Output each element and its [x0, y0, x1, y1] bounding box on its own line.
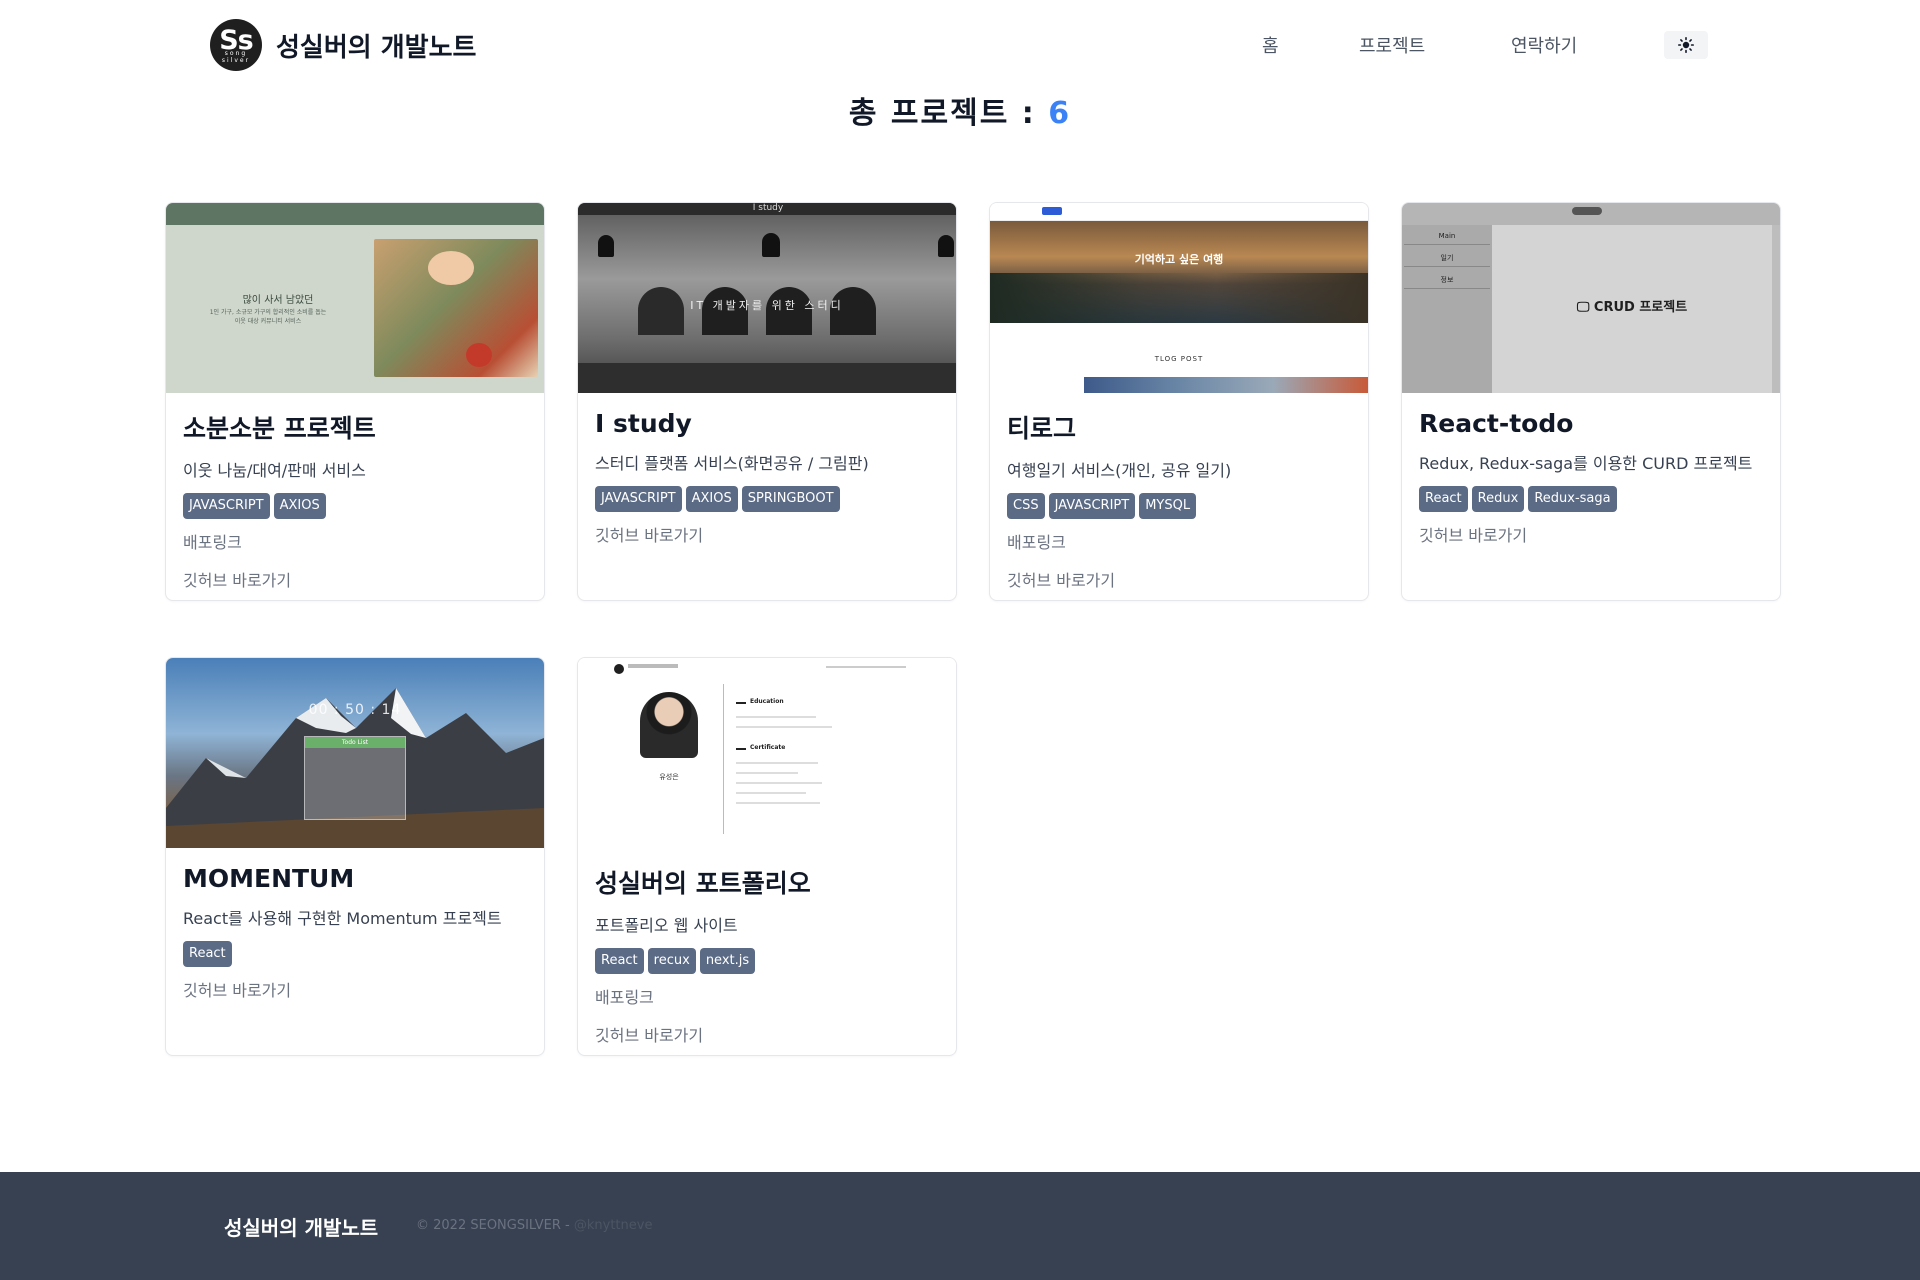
github-link[interactable]: 깃허브 바로가기	[1419, 522, 1763, 546]
project-description: 여행일기 서비스(개인, 공유 일기)	[1007, 461, 1232, 480]
project-card-momentum[interactable]: 00 : 50 : 14 Todo List MOMENTUM React를 사…	[165, 657, 545, 1056]
project-card-sobunsobun[interactable]: 많이 사서 남았던 1인 가구, 소규모 가구의 합리적인 소비를 돕는 이웃 …	[165, 202, 545, 601]
project-card-istudy[interactable]: I study IT 개발자를 위한 스터디 I study 스터디 플랫폼 서…	[577, 202, 957, 601]
tech-tag: SPRINGBOOT	[741, 486, 840, 512]
project-title: 티로그	[1007, 414, 1077, 443]
thumb-heading: IT 개발자를 위한 스터디	[690, 299, 844, 312]
site-footer: 성실버의 개발노트 © 2022 SEONGSILVER - @knyttnev…	[0, 1172, 1920, 1280]
thumb-section-title: Education	[750, 698, 784, 705]
project-description: React를 사용해 구현한 Momentum 프로젝트	[183, 909, 502, 928]
nav-contact[interactable]: 연락하기	[1511, 32, 1577, 58]
thumb-section-title: Certificate	[750, 744, 786, 751]
github-link[interactable]: 깃허브 바로가기	[1007, 567, 1351, 591]
tech-tags: JAVASCRIPT AXIOS SPRINGBOOT	[595, 486, 939, 512]
project-title: 성실버의 포트폴리오	[595, 869, 811, 898]
logo-mark: Ss song silver	[210, 19, 262, 71]
logo-mark-subtext: song silver	[221, 50, 251, 64]
page-title-label: 총 프로젝트 :	[848, 96, 1036, 131]
thumb-menu-item: 일기	[1404, 249, 1490, 267]
thumb-line: 1인 가구, 소규모 가구의 합리적인 소비를 돕는	[209, 309, 327, 316]
project-card-react-todo[interactable]: Main 일기 정보 🖵 CRUD 프로젝트 React-todo Redux,…	[1401, 202, 1781, 601]
github-link[interactable]: 깃허브 바로가기	[183, 977, 527, 1001]
project-title: React-todo	[1419, 409, 1574, 438]
site-header: Ss song silver 성실버의 개발노트 홈 프로젝트 연락하기	[0, 0, 1920, 90]
thumb-heading: CRUD 프로젝트	[1593, 300, 1688, 315]
tech-tag: recux	[647, 948, 696, 974]
theme-toggle-button[interactable]	[1664, 31, 1708, 59]
nav-home[interactable]: 홈	[1262, 32, 1279, 58]
tech-tags: React Redux Redux-saga	[1419, 486, 1763, 512]
footer-copyright: © 2022 SEONGSILVER - @knyttneve	[416, 1218, 652, 1233]
deploy-link[interactable]: 배포링크	[183, 529, 527, 553]
tech-tags: JAVASCRIPT AXIOS	[183, 493, 527, 519]
project-thumbnail[interactable]: I study IT 개발자를 위한 스터디	[578, 203, 956, 393]
thumb-section: TLOG POST	[1154, 355, 1204, 363]
monitor-icon: 🖵	[1576, 300, 1590, 315]
project-title: I study	[595, 409, 692, 438]
tech-tag: MYSQL	[1139, 493, 1197, 519]
project-thumbnail[interactable]: 많이 사서 남았던 1인 가구, 소규모 가구의 합리적인 소비를 돕는 이웃 …	[166, 203, 544, 393]
tech-tag: CSS	[1007, 493, 1045, 519]
thumb-panel-title: Todo List	[305, 737, 405, 748]
project-thumbnail[interactable]: 기억하고 싶은 여행 TLOG POST	[990, 203, 1368, 393]
tech-tag: JAVASCRIPT	[183, 493, 270, 519]
logo-link[interactable]: Ss song silver 성실버의 개발노트	[210, 19, 476, 71]
project-description: 이웃 나눔/대여/판매 서비스	[183, 461, 366, 480]
site-title: 성실버의 개발노트	[276, 32, 477, 63]
tech-tags: React recux next.js	[595, 948, 939, 974]
project-card-portfolio[interactable]: 유성은 Education Certificate 성실버의 포트폴리오 포트폴…	[577, 657, 957, 1056]
project-thumbnail[interactable]: 유성은 Education Certificate	[578, 658, 956, 848]
tech-tag: React	[595, 948, 644, 974]
deploy-link[interactable]: 배포링크	[595, 984, 939, 1008]
project-title: 소분소분 프로젝트	[183, 414, 376, 443]
footer-handle-link[interactable]: @knyttneve	[574, 1218, 653, 1233]
copyright-text: © 2022 SEONGSILVER -	[416, 1218, 570, 1233]
tech-tags: React	[183, 941, 527, 967]
footer-title[interactable]: 성실버의 개발노트	[224, 1212, 378, 1241]
github-link[interactable]: 깃허브 바로가기	[183, 567, 527, 591]
project-count: 6	[1048, 96, 1072, 131]
project-description: Redux, Redux-saga를 이용한 CURD 프로젝트	[1419, 454, 1753, 473]
thumb-menu-item: Main	[1404, 227, 1490, 245]
tech-tag: AXIOS	[273, 493, 326, 519]
thumb-person-name: 유성은	[659, 773, 679, 781]
tech-tag: React	[1419, 486, 1468, 512]
github-link[interactable]: 깃허브 바로가기	[595, 522, 939, 546]
thumb-menu-item: 정보	[1404, 271, 1490, 289]
sun-icon	[1678, 37, 1694, 53]
tech-tag: JAVASCRIPT	[1048, 493, 1136, 519]
project-title: MOMENTUM	[183, 864, 355, 893]
thumb-brand: I study	[752, 203, 784, 213]
thumb-heading: 많이 사서 남았던	[242, 295, 314, 306]
page-title: 총 프로젝트 : 6	[0, 88, 1920, 132]
thumb-heading: 기억하고 싶은 여행	[1134, 253, 1224, 266]
tech-tag: Redux	[1471, 486, 1525, 512]
tech-tag: next.js	[699, 948, 756, 974]
tech-tag: AXIOS	[685, 486, 738, 512]
tech-tag: React	[183, 941, 232, 967]
project-thumbnail[interactable]: Main 일기 정보 🖵 CRUD 프로젝트	[1402, 203, 1780, 393]
tech-tag: Redux-saga	[1528, 486, 1617, 512]
project-description: 포트폴리오 웹 사이트	[595, 916, 738, 935]
nav-projects[interactable]: 프로젝트	[1359, 32, 1425, 58]
thumb-line: 이웃 대상 커뮤니티 서비스	[234, 318, 302, 325]
thumb-clock: 00 : 50 : 14	[308, 702, 402, 718]
project-card-tlog[interactable]: 기억하고 싶은 여행 TLOG POST 티로그 여행일기 서비스(개인, 공유…	[989, 202, 1369, 601]
deploy-link[interactable]: 배포링크	[1007, 529, 1351, 553]
tech-tags: CSS JAVASCRIPT MYSQL	[1007, 493, 1351, 519]
project-thumbnail[interactable]: 00 : 50 : 14 Todo List	[166, 658, 544, 848]
project-description: 스터디 플랫폼 서비스(화면공유 / 그림판)	[595, 454, 869, 473]
github-link[interactable]: 깃허브 바로가기	[595, 1022, 939, 1046]
tech-tag: JAVASCRIPT	[595, 486, 682, 512]
